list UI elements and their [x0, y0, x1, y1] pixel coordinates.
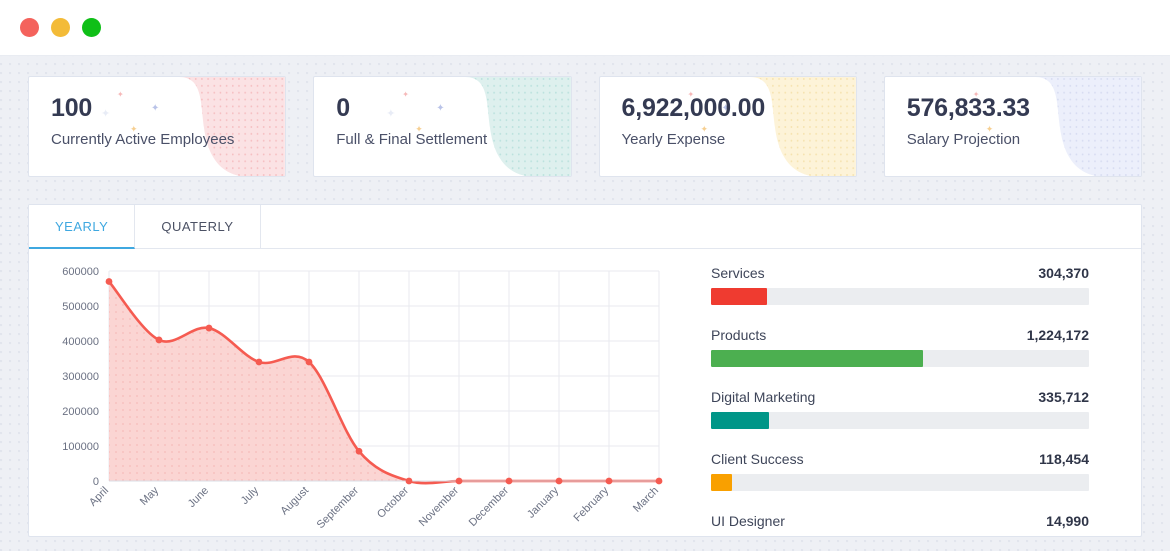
list-item[interactable]: Products 1,224,172: [711, 327, 1089, 367]
minimize-window-button[interactable]: [51, 18, 70, 37]
list-item-header: Services 304,370: [711, 265, 1089, 281]
card-wave-decoration: [412, 77, 571, 176]
svg-text:500000: 500000: [62, 301, 99, 313]
revenue-breakdown-list: Services 304,370 Products 1,224,172 Digi…: [677, 249, 1141, 537]
panel-body: 0 100000 200000 300000 400000 500000 600000 Apr…: [29, 249, 1141, 537]
list-item[interactable]: Client Success 118,454: [711, 451, 1089, 491]
card-wave-decoration: [982, 77, 1141, 176]
progress-fill: [711, 288, 767, 305]
svg-text:August: August: [278, 485, 311, 518]
svg-text:July: July: [239, 484, 262, 507]
breakdown-name: UI Designer: [711, 513, 785, 529]
svg-text:400000: 400000: [62, 336, 99, 348]
stat-value: 100: [51, 94, 93, 122]
progress-track: [711, 474, 1089, 491]
chart-canvas: 0 100000 200000 300000 400000 500000 600000 Apr…: [62, 266, 663, 531]
stat-card-salary-projection[interactable]: ✦ ✦ ✦ ✦ 576,833.33 Salary Projection: [883, 76, 1142, 177]
stat-card-yearly-expense[interactable]: ✦ ✦ ✦ ✦ 6,922,000.00 Yearly Expense: [598, 76, 857, 177]
progress-fill: [711, 474, 733, 491]
svg-text:June: June: [186, 485, 211, 510]
svg-text:100000: 100000: [62, 441, 99, 453]
svg-text:September: September: [315, 484, 362, 531]
svg-text:200000: 200000: [62, 406, 99, 418]
window-controls: [20, 18, 101, 37]
stat-label: Salary Projection: [906, 130, 1021, 148]
list-item-header: Products 1,224,172: [711, 327, 1089, 343]
breakdown-value: 304,370: [1038, 265, 1089, 281]
stat-label: Full & Final Settlement: [336, 130, 488, 148]
panel-tabs: YEARLY QUATERLY: [29, 205, 1141, 249]
maximize-window-button[interactable]: [82, 18, 101, 37]
progress-track: [711, 288, 1089, 305]
stat-label: Currently Active Employees: [51, 130, 235, 148]
close-window-button[interactable]: [20, 18, 39, 37]
svg-text:600000: 600000: [62, 266, 99, 278]
breakdown-value: 1,224,172: [1026, 327, 1089, 343]
progress-track: [711, 350, 1089, 367]
stat-card-full-final-settlement[interactable]: ✦ ✦ ✦ ✦ 0 Full & Final Settlement: [313, 76, 572, 177]
svg-text:November: November: [417, 484, 462, 529]
svg-text:February: February: [572, 484, 612, 524]
stat-card-active-employees[interactable]: ✦ ✦ ✦ ✦ 100 Currently Active Employees: [28, 76, 287, 177]
svg-text:0: 0: [93, 476, 99, 488]
svg-text:May: May: [138, 484, 162, 508]
progress-fill: [711, 412, 770, 429]
card-wave-decoration: [126, 77, 286, 176]
window-titlebar: [0, 0, 1170, 56]
stat-card-row: ✦ ✦ ✦ ✦ 100 Currently Active Employees ✦…: [28, 76, 1142, 177]
progress-track: [711, 412, 1089, 429]
breakdown-value: 335,712: [1038, 389, 1089, 405]
list-item-header: UI Designer 14,990: [711, 513, 1089, 529]
list-item[interactable]: Digital Marketing 335,712: [711, 389, 1089, 429]
list-item[interactable]: Services 304,370: [711, 265, 1089, 305]
progress-fill: [711, 350, 924, 367]
list-item-header: Client Success 118,454: [711, 451, 1089, 467]
svg-text:300000: 300000: [62, 371, 99, 383]
expense-area-chart: 0 100000 200000 300000 400000 500000 600000 Apr…: [29, 249, 677, 536]
breakdown-value: 14,990: [1046, 513, 1089, 529]
analytics-panel: YEARLY QUATERLY 0 100000 200000 300000 40000…: [28, 204, 1142, 537]
progress-fill: [711, 536, 716, 537]
list-item-header: Digital Marketing 335,712: [711, 389, 1089, 405]
breakdown-value: 118,454: [1039, 451, 1089, 467]
dashboard-page: ✦ ✦ ✦ ✦ 100 Currently Active Employees ✦…: [0, 56, 1170, 537]
tab-yearly[interactable]: YEARLY: [29, 205, 136, 249]
card-wave-decoration: [697, 77, 856, 176]
list-item[interactable]: UI Designer 14,990: [711, 513, 1089, 537]
svg-text:March: March: [631, 485, 661, 515]
stat-value: 6,922,000.00: [621, 94, 766, 122]
breakdown-name: Client Success: [711, 451, 804, 467]
breakdown-name: Products: [711, 327, 767, 343]
stat-label: Yearly Expense: [621, 130, 726, 148]
svg-text:January: January: [525, 484, 562, 521]
svg-text:December: December: [467, 484, 512, 529]
tab-quaterly[interactable]: QUATERLY: [135, 205, 261, 248]
breakdown-name: Services: [711, 265, 765, 281]
stat-value: 576,833.33: [906, 94, 1030, 122]
stat-value: 0: [336, 94, 350, 122]
svg-text:October: October: [375, 484, 411, 520]
svg-text:April: April: [87, 485, 111, 509]
breakdown-name: Digital Marketing: [711, 389, 816, 405]
progress-track: [711, 536, 1089, 537]
